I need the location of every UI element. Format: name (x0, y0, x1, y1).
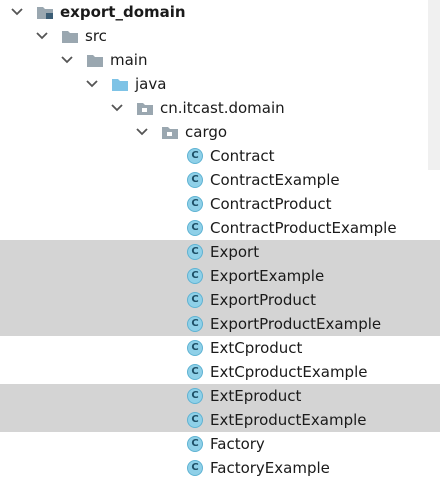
tree-node-package-domain[interactable]: cn.itcast.domain (0, 96, 440, 120)
package-label: cn.itcast.domain (160, 99, 285, 117)
module-folder-icon (36, 4, 54, 20)
tree-node-class[interactable]: C Factory (0, 432, 440, 456)
tree-node-main[interactable]: main (0, 48, 440, 72)
tree-node-class[interactable]: C ExtCproductExample (0, 360, 440, 384)
tree-node-class-selected[interactable]: C ExportProduct (0, 288, 440, 312)
class-icon: C (187, 268, 203, 284)
class-label: ExtEproductExample (210, 411, 367, 429)
class-icon: C (187, 412, 203, 428)
package-icon (161, 124, 179, 140)
class-icon: C (187, 220, 203, 236)
tree-node-class[interactable]: C FactoryExample (0, 456, 440, 480)
class-icon: C (187, 316, 203, 332)
vertical-scrollbar[interactable] (428, 0, 440, 170)
class-icon: C (187, 436, 203, 452)
package-icon (136, 100, 154, 116)
class-icon: C (187, 172, 203, 188)
class-label: ExtEproduct (210, 387, 302, 405)
class-label: Export (210, 243, 260, 261)
tree-node-class-selected[interactable]: C ExtEproduct (0, 384, 440, 408)
class-icon: C (187, 460, 203, 476)
class-icon: C (187, 292, 203, 308)
class-icon: C (187, 244, 203, 260)
tree-node-package-cargo[interactable]: cargo (0, 120, 440, 144)
chevron-down-icon[interactable] (85, 72, 99, 96)
class-icon: C (187, 148, 203, 164)
tree-node-src[interactable]: src (0, 24, 440, 48)
chevron-down-icon[interactable] (135, 120, 149, 144)
class-label: ExtCproduct (210, 339, 303, 357)
folder-label: main (110, 51, 148, 69)
class-label: FactoryExample (210, 459, 330, 477)
tree-node-class[interactable]: C ContractExample (0, 168, 440, 192)
tree-node-class[interactable]: C ExtCproduct (0, 336, 440, 360)
folder-icon (86, 52, 104, 68)
folder-label: java (135, 75, 167, 93)
tree-node-class-selected[interactable]: C Export (0, 240, 440, 264)
class-icon: C (187, 196, 203, 212)
class-label: ExportProductExample (210, 315, 382, 333)
class-label: Contract (210, 147, 275, 165)
package-label: cargo (185, 123, 228, 141)
class-label: ExportProduct (210, 291, 317, 309)
class-icon: C (187, 340, 203, 356)
tree-node-class[interactable]: C Contract (0, 144, 440, 168)
class-icon: C (187, 388, 203, 404)
class-label: ContractExample (210, 171, 340, 189)
class-label: Factory (210, 435, 265, 453)
folder-icon (61, 28, 79, 44)
tree-node-java[interactable]: java (0, 72, 440, 96)
class-label: ContractProduct (210, 195, 332, 213)
class-label: ExtCproductExample (210, 363, 368, 381)
chevron-down-icon[interactable] (35, 24, 49, 48)
chevron-down-icon[interactable] (110, 96, 124, 120)
chevron-down-icon[interactable] (60, 48, 74, 72)
class-label: ExportExample (210, 267, 325, 285)
tree-node-class[interactable]: C ContractProduct (0, 192, 440, 216)
class-label: ContractProductExample (210, 219, 397, 237)
project-tree: export_domain src main java cn.itcast.do… (0, 0, 440, 480)
tree-node-class-selected[interactable]: C ExportProductExample (0, 312, 440, 336)
source-root-folder-icon (111, 76, 129, 92)
project-label: export_domain (60, 3, 186, 21)
chevron-down-icon[interactable] (10, 0, 24, 24)
tree-node-class-selected[interactable]: C ExtEproductExample (0, 408, 440, 432)
tree-node-class[interactable]: C ContractProductExample (0, 216, 440, 240)
tree-node-class-selected[interactable]: C ExportExample (0, 264, 440, 288)
class-icon: C (187, 364, 203, 380)
folder-label: src (85, 27, 107, 45)
tree-node-export-domain[interactable]: export_domain (0, 0, 440, 24)
